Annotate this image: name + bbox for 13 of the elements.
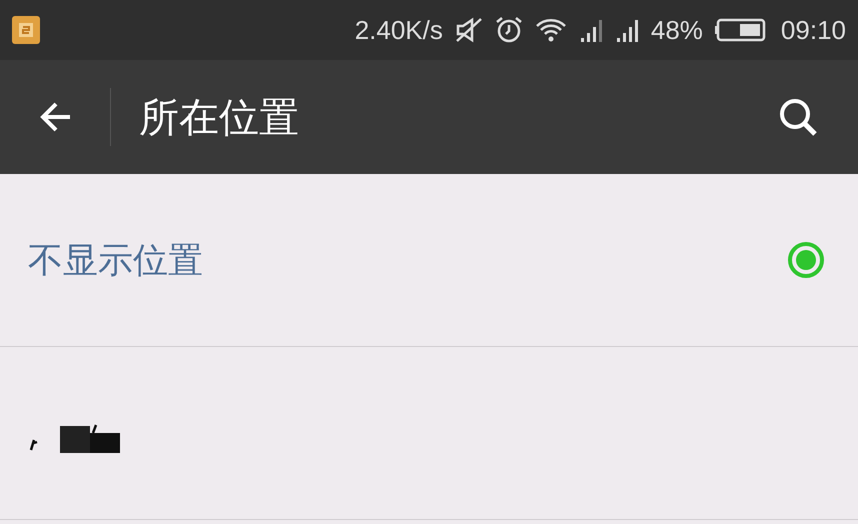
app-icon [12, 16, 40, 44]
screen-title: 所在位置 [139, 94, 299, 142]
wifi-icon [534, 17, 567, 43]
clock: 09:10 [780, 14, 846, 46]
network-speed: 2.40K/s [354, 14, 443, 46]
signal-icon [578, 17, 603, 43]
radio-button[interactable] [786, 240, 826, 280]
alarm-icon [494, 16, 523, 44]
location-option[interactable]: 不显示位置 [0, 174, 858, 347]
signal-icon [614, 17, 639, 43]
battery-percent: 48% [650, 14, 703, 46]
mute-icon [454, 17, 483, 43]
option-label: 不显示位置 [28, 240, 203, 282]
